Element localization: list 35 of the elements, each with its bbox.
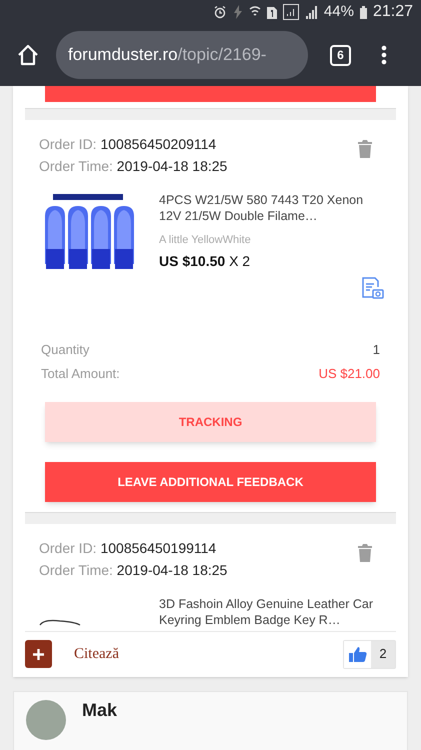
trash-icon[interactable]	[358, 140, 372, 158]
quantity-value: 1	[372, 340, 380, 358]
product-title[interactable]: 3D Fashoin Alloy Genuine Leather Car Keyring Emblem Badge Key R…	[159, 590, 384, 628]
plus-button[interactable]	[25, 640, 52, 668]
order-id: Order ID: 100856450209114	[39, 135, 218, 154]
keyring-drawing	[39, 618, 81, 626]
order-time: Order Time: 2019-04-18 18:25	[39, 560, 228, 580]
avatar	[26, 700, 66, 740]
product-price: US $10.50 X 2	[159, 252, 252, 270]
thumbs-up-icon	[348, 646, 366, 662]
like-button[interactable]: 2	[343, 640, 396, 668]
product-title[interactable]: 4PCS W21/5W 580 7443 T20 Xenon 12V 21/5W Double Filame…	[159, 186, 384, 224]
quantity-label: Quantity	[41, 340, 90, 359]
tab-count-button[interactable]: 6	[330, 44, 351, 66]
order-time: Order Time: 2019-04-18 18:25	[39, 157, 228, 176]
alarm-icon	[212, 5, 227, 19]
product-variant: A little YellowWhite	[159, 233, 252, 248]
battery-icon	[360, 6, 367, 18]
url-field[interactable]: forumduster.ro/topic/2169-	[56, 31, 308, 79]
quote-link[interactable]: Citează	[74, 642, 119, 666]
total-amount: US $21.00	[318, 364, 380, 382]
signal-icon	[282, 4, 299, 20]
clock-time: 21:27	[372, 2, 413, 22]
total-label: Total Amount:	[41, 364, 120, 382]
home-icon[interactable]	[16, 44, 40, 66]
battery-percent: 44%	[324, 2, 354, 22]
receipt-camera-icon[interactable]	[360, 276, 384, 300]
trash-icon[interactable]	[358, 544, 372, 562]
plus-icon	[33, 648, 44, 660]
signal-icon	[304, 5, 318, 19]
sim-icon	[266, 5, 277, 19]
order-id: Order ID: 100856450199114	[39, 538, 218, 558]
author-name[interactable]: Mak	[82, 700, 118, 720]
menu-icon[interactable]	[381, 45, 387, 65]
charging-icon	[232, 5, 243, 19]
